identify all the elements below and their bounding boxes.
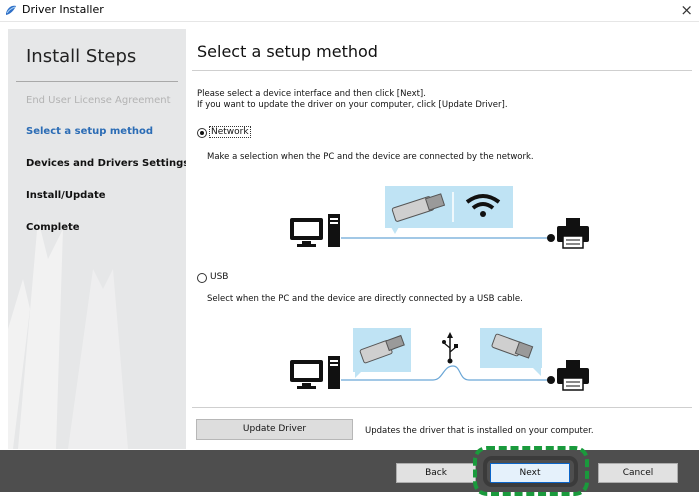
install-steps-sidebar: Install Steps End User License Agreement…	[8, 29, 186, 449]
step-eula: End User License Agreement	[26, 95, 171, 106]
step-complete: Complete	[26, 222, 80, 233]
usb-illustration	[290, 328, 589, 391]
close-icon[interactable]: ×	[680, 1, 693, 19]
cancel-button[interactable]: Cancel	[598, 463, 678, 483]
usb-radio[interactable]	[197, 273, 207, 283]
update-driver-description: Updates the driver that is installed on …	[365, 426, 594, 436]
title-bar: Driver Installer ×	[0, 0, 699, 22]
usb-option-label[interactable]: USB	[210, 272, 228, 282]
update-driver-button[interactable]: Update Driver	[196, 419, 353, 440]
instruction-line-2: If you want to update the driver on your…	[197, 100, 508, 110]
network-description: Make a selection when the PC and the dev…	[207, 152, 534, 162]
network-radio[interactable]	[197, 128, 207, 138]
usb-description: Select when the PC and the device are di…	[207, 294, 523, 304]
instruction-line-1: Please select a device interface and the…	[197, 89, 426, 99]
network-illustration	[290, 186, 589, 249]
computer-icon	[290, 356, 340, 389]
title-divider	[192, 70, 692, 71]
page-title: Select a setup method	[197, 42, 378, 61]
step-devices-drivers-settings: Devices and Drivers Settings	[26, 158, 186, 169]
sidebar-heading: Install Steps	[26, 46, 137, 67]
window-title: Driver Installer	[22, 3, 104, 16]
network-option-label[interactable]: Network	[209, 126, 251, 138]
next-highlight-frame	[483, 456, 578, 487]
footer-bar	[0, 450, 699, 492]
sidebar-divider	[16, 81, 178, 82]
printer-icon	[557, 360, 589, 391]
back-button[interactable]: Back	[396, 463, 476, 483]
step-select-setup-method: Select a setup method	[26, 126, 154, 137]
computer-icon	[290, 214, 340, 247]
bottom-divider	[192, 407, 692, 408]
app-icon	[6, 5, 16, 16]
printer-icon	[557, 218, 589, 249]
sidebar-decoration	[8, 219, 128, 449]
usb-symbol-icon	[442, 332, 458, 364]
step-install-update: Install/Update	[26, 190, 106, 201]
